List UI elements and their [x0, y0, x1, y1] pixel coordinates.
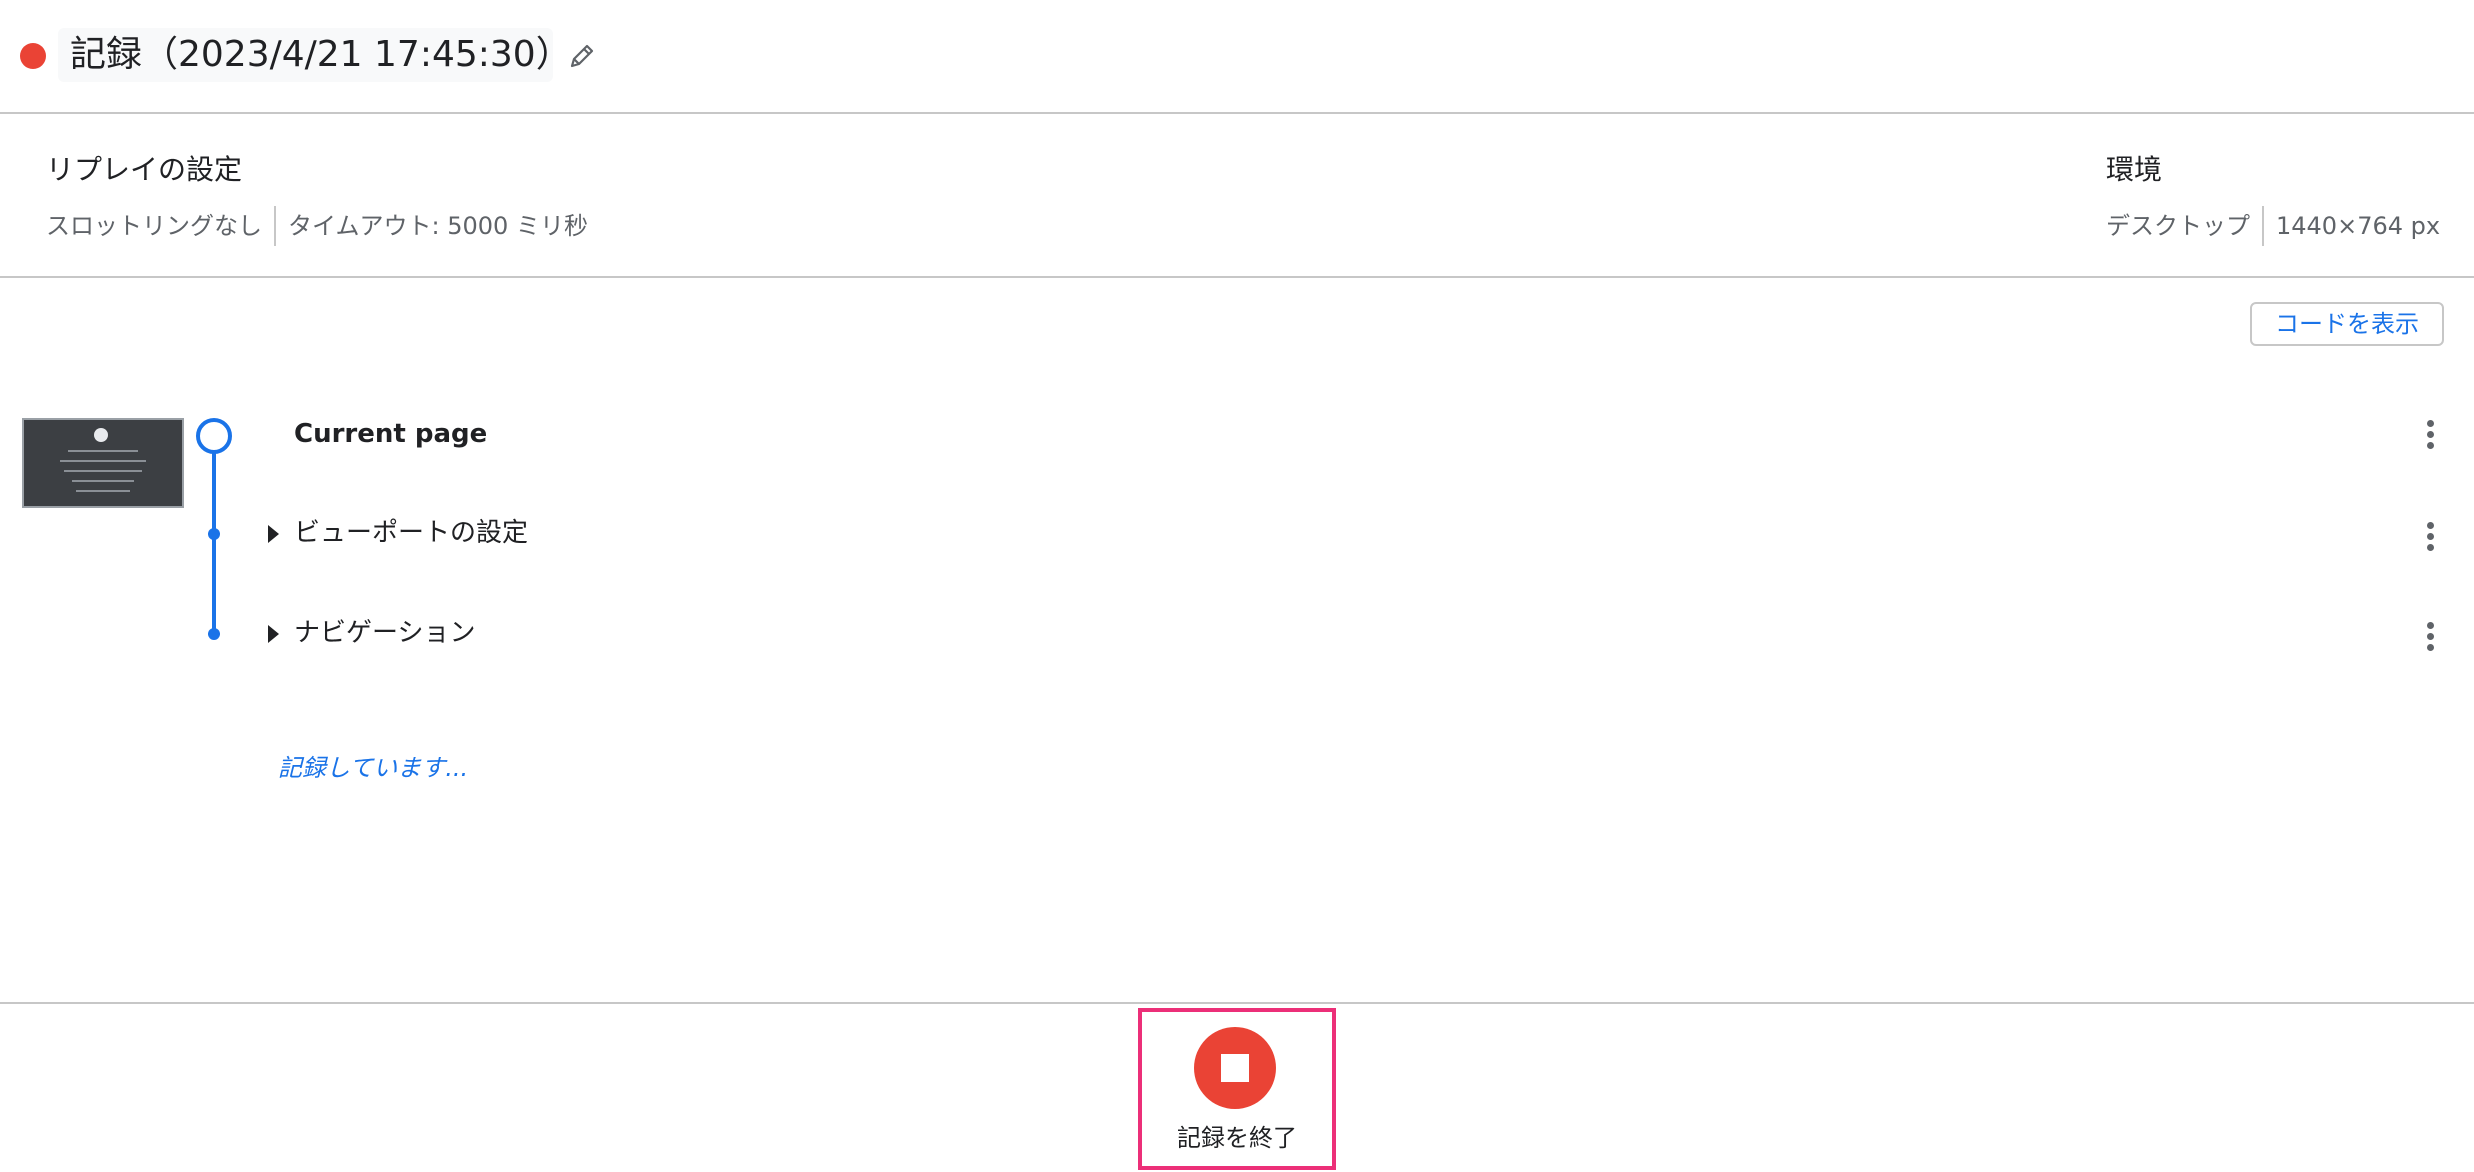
show-code-button[interactable]: コードを表示 — [2250, 302, 2444, 346]
timeline-step-marker — [208, 528, 220, 540]
thumbnail-text-line — [64, 470, 142, 472]
environment-title[interactable]: 環境 — [2106, 152, 2162, 188]
recorder-panel: 記録（2023/4/21 17:45:30） リプレイの設定 スロットリングなし… — [0, 0, 2474, 1172]
recording-header: 記録（2023/4/21 17:45:30） — [0, 0, 2474, 114]
throttling-value: スロットリングなし — [46, 212, 262, 240]
device-value: デスクトップ — [2106, 212, 2250, 240]
recording-status-text: 記録しています... — [278, 754, 469, 782]
environment-detail[interactable]: デスクトップ 1440×764 px — [2106, 206, 2440, 246]
timeline-step-marker — [208, 628, 220, 640]
stop-recording-button[interactable] — [1194, 1027, 1276, 1109]
thumbnail-logo — [94, 428, 108, 442]
settings-bar: リプレイの設定 スロットリングなし タイムアウト: 5000 ミリ秒 環境 デス… — [0, 114, 2474, 278]
replay-settings-title[interactable]: リプレイの設定 — [46, 152, 242, 188]
thumbnail-text-line — [68, 450, 138, 452]
pencil-icon[interactable] — [566, 40, 598, 72]
step-viewport-settings[interactable]: ビューポートの設定 — [294, 515, 528, 551]
recording-title[interactable]: 記録（2023/4/21 17:45:30） — [70, 30, 572, 80]
section-title-current-page[interactable]: Current page — [294, 416, 487, 452]
timeline-connector — [212, 450, 216, 634]
stop-recording-label[interactable]: 記録を終了 — [1138, 1120, 1336, 1156]
divider — [274, 206, 276, 246]
expand-triangle-icon[interactable] — [268, 525, 279, 543]
thumbnail-text-line — [60, 460, 146, 462]
more-vertical-icon[interactable] — [2424, 618, 2436, 654]
more-vertical-icon[interactable] — [2424, 518, 2436, 554]
stop-icon — [1221, 1054, 1249, 1082]
replay-settings-detail[interactable]: スロットリングなし タイムアウト: 5000 ミリ秒 — [46, 206, 588, 246]
divider — [2262, 206, 2264, 246]
page-screenshot-thumbnail — [22, 418, 184, 508]
timeout-value: タイムアウト: 5000 ミリ秒 — [288, 212, 588, 240]
recording-indicator-icon — [20, 43, 46, 69]
thumbnail-text-line — [76, 490, 130, 492]
expand-triangle-icon[interactable] — [268, 625, 279, 643]
more-vertical-icon[interactable] — [2424, 416, 2436, 452]
timeline-section-marker — [196, 418, 232, 454]
viewport-value: 1440×764 px — [2276, 212, 2441, 240]
thumbnail-text-line — [72, 480, 134, 482]
step-navigation[interactable]: ナビゲーション — [294, 615, 475, 651]
footer-divider — [0, 1002, 2474, 1004]
